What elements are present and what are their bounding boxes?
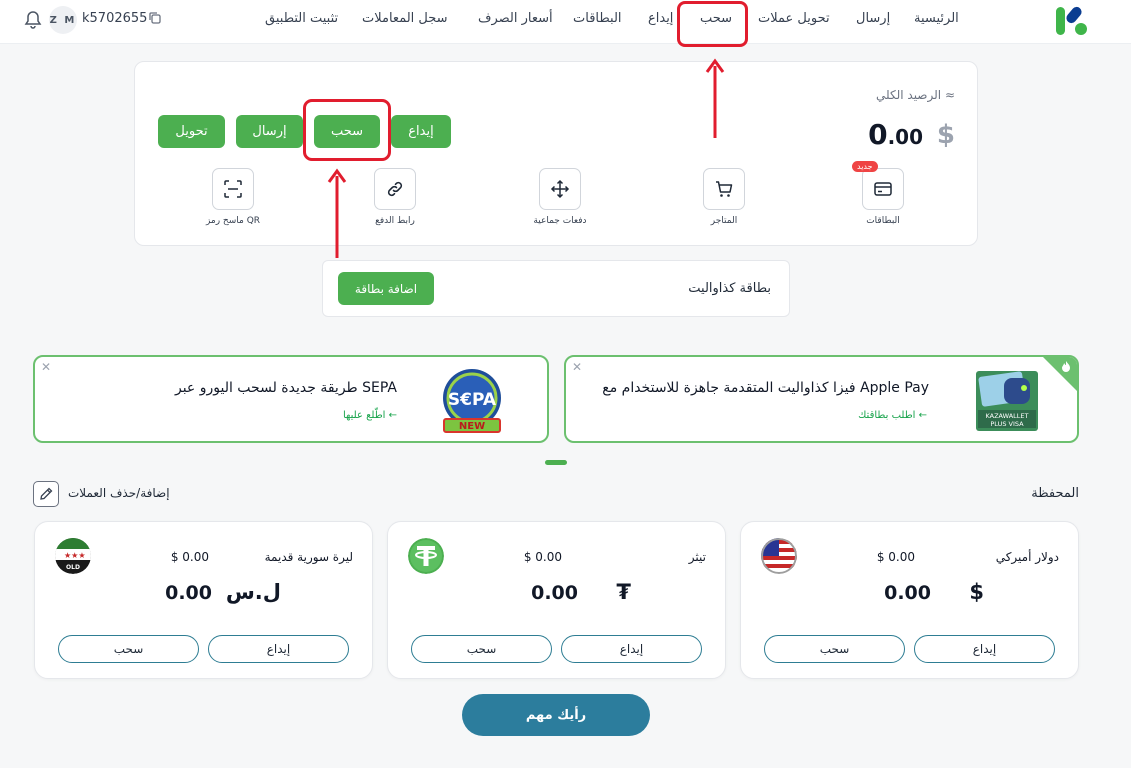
currency-usd-value: $ 0.00 (170, 550, 209, 564)
currency-symbol: ₮ (616, 580, 631, 604)
nav-home[interactable]: الرئيسية (914, 11, 959, 26)
currency-name: ليرة سورية قديمة (264, 550, 353, 564)
nav-exchange-rates[interactable]: أسعار الصرف (478, 11, 553, 26)
withdraw-button[interactable]: سحب (411, 635, 552, 663)
arrow-to-nav-withdraw (705, 58, 725, 138)
currency-amount: 0.00 (531, 582, 578, 604)
scan-icon (224, 180, 242, 198)
quick-bulk-label: دفعات جماعية (533, 216, 587, 226)
total-balance-label: الرصيد الكلي ≈ (875, 88, 955, 102)
us-flag-icon (761, 538, 797, 574)
close-icon[interactable]: ✕ (41, 360, 51, 374)
quick-bulk-payments[interactable]: دفعات جماعية (520, 168, 600, 226)
syria-stars: ★★★ (64, 551, 86, 560)
arrow-to-withdraw-button (327, 168, 347, 258)
move-icon (550, 179, 570, 199)
quick-qr-tile[interactable] (212, 168, 254, 210)
sepa-badge-image: S€PA NEW (443, 369, 501, 433)
account-id: k5702655 (82, 11, 148, 26)
promo-visa-applepay[interactable]: ✕ KAZAWALLET PLUS VISA فيزا كذاواليت الم… (564, 355, 1079, 443)
currency-symbol: ل.س (225, 580, 281, 604)
quick-cards-label: البطاقات (866, 216, 900, 226)
quick-bulk-tile[interactable] (539, 168, 581, 210)
withdraw-highlight-box (677, 1, 748, 47)
withdraw-button-highlight (303, 99, 391, 161)
balance-card: الرصيد الكلي ≈ $ 0.00 إيداع سحب إرسال تح… (134, 61, 978, 246)
nav-deposit[interactable]: إيداع (648, 11, 673, 26)
kazawallet-card-row: بطاقة كذاواليت اضافة بطاقة (322, 260, 790, 317)
withdraw-button[interactable]: سحب (764, 635, 905, 663)
tether-icon (408, 538, 444, 574)
promo-sepa-title: طريقة جديدة لسحب اليورو عبر SEPA (174, 380, 397, 396)
cart-icon (716, 181, 733, 197)
nav-cards[interactable]: البطاقات (573, 11, 622, 26)
quick-stores-label: المتاجر (710, 216, 738, 226)
wallet-title: المحفظة (1031, 486, 1079, 501)
nav-send[interactable]: إرسال (856, 11, 890, 26)
close-icon[interactable]: ✕ (572, 360, 582, 374)
promo-sepa-link[interactable]: اطّلع عليها ← (343, 410, 397, 421)
currency-amount: 0.00 (884, 582, 931, 604)
nav-exchange[interactable]: تحويل عملات (758, 11, 830, 26)
edit-currencies-label[interactable]: إضافة/حذف العملات (68, 486, 170, 500)
visa-image-text: KAZAWALLET (986, 412, 1029, 420)
link-icon (387, 181, 403, 197)
quick-link-label: رابط الدفع (375, 216, 415, 226)
card-icon (874, 182, 892, 196)
currency-usd-value: $ 0.00 (523, 550, 562, 564)
top-navigation-bar: الرئيسية إرسال تحويل عملات سحب إيداع الب… (0, 0, 1131, 47)
quick-stores[interactable]: المتاجر (684, 168, 764, 226)
currency-card-usdt[interactable]: تيثر $ 0.00 ₮ 0.00 إيداع سحب (387, 521, 726, 679)
bell-icon[interactable] (23, 10, 43, 30)
add-card-button[interactable]: اضافة بطاقة (338, 272, 434, 305)
transfer-button[interactable]: تحويل (158, 115, 225, 148)
currency-name: دولار أميركي (995, 550, 1059, 564)
copy-icon[interactable] (148, 11, 162, 25)
quick-link-tile[interactable] (374, 168, 416, 210)
promo-sepa[interactable]: ✕ S€PA NEW طريقة جديدة لسحب اليورو عبر S… (33, 355, 549, 443)
withdraw-button[interactable]: سحب (58, 635, 199, 663)
sepa-new-text: NEW (459, 421, 485, 432)
deposit-button[interactable]: إيداع (391, 115, 451, 148)
quick-qr-scanner[interactable]: ماسح رمز QR (193, 168, 273, 226)
sepa-image-text: S€PA (448, 390, 497, 410)
currency-card-usd[interactable]: دولار أميركي $ 0.00 $ 0.00 إيداع سحب (740, 521, 1079, 679)
feedback-button[interactable]: رأيك مهم (462, 694, 650, 736)
kazawallet-card-title: بطاقة كذاواليت (688, 281, 771, 296)
send-button[interactable]: إرسال (236, 115, 303, 148)
syria-old-flag-icon: ★★★ OLD (55, 538, 91, 574)
new-badge: جديد (852, 161, 878, 172)
total-balance-value: 0.00 (868, 118, 923, 151)
deposit-button[interactable]: إيداع (208, 635, 349, 663)
quick-qr-label: ماسح رمز QR (205, 216, 261, 226)
promo-visa-title: فيزا كذاواليت المتقدمة جاهزة للاستخدام م… (602, 380, 929, 396)
flame-icon (1062, 361, 1070, 372)
avatar[interactable]: Z M (49, 6, 77, 34)
edit-icon[interactable] (33, 481, 59, 507)
currency-amount: 0.00 (165, 582, 212, 604)
deposit-button[interactable]: إيداع (561, 635, 702, 663)
promo-visa-link[interactable]: اطلب بطاقتك ← (858, 410, 927, 421)
balance-decimals: .00 (887, 125, 923, 149)
quick-stores-tile[interactable] (703, 168, 745, 210)
kazawallet-logo[interactable] (1054, 3, 1090, 39)
currency-symbol: $ (969, 580, 984, 604)
quick-cards-tile[interactable]: جديد (852, 161, 904, 210)
pencil-icon (40, 487, 53, 500)
visa-card-image: KAZAWALLET PLUS VISA (976, 371, 1038, 431)
quick-payment-link[interactable]: رابط الدفع (355, 168, 435, 226)
balance-whole: 0 (868, 118, 888, 151)
syria-flag-text: OLD (66, 564, 80, 571)
currency-card-syp-old[interactable]: ★★★ OLD ليرة سورية قديمة $ 0.00 ل.س 0.00… (34, 521, 373, 679)
currency-usd-value: $ 0.00 (876, 550, 915, 564)
currency-name: تيثر (688, 550, 706, 564)
carousel-indicator[interactable] (545, 460, 567, 465)
nav-install-app[interactable]: تثبيت التطبيق (265, 11, 338, 26)
quick-cards[interactable]: جديد البطاقات (843, 161, 923, 226)
deposit-button[interactable]: إيداع (914, 635, 1055, 663)
balance-currency: $ (936, 120, 955, 150)
nav-transactions[interactable]: سجل المعاملات (362, 11, 448, 26)
visa-image-subtext: PLUS VISA (990, 420, 1024, 428)
